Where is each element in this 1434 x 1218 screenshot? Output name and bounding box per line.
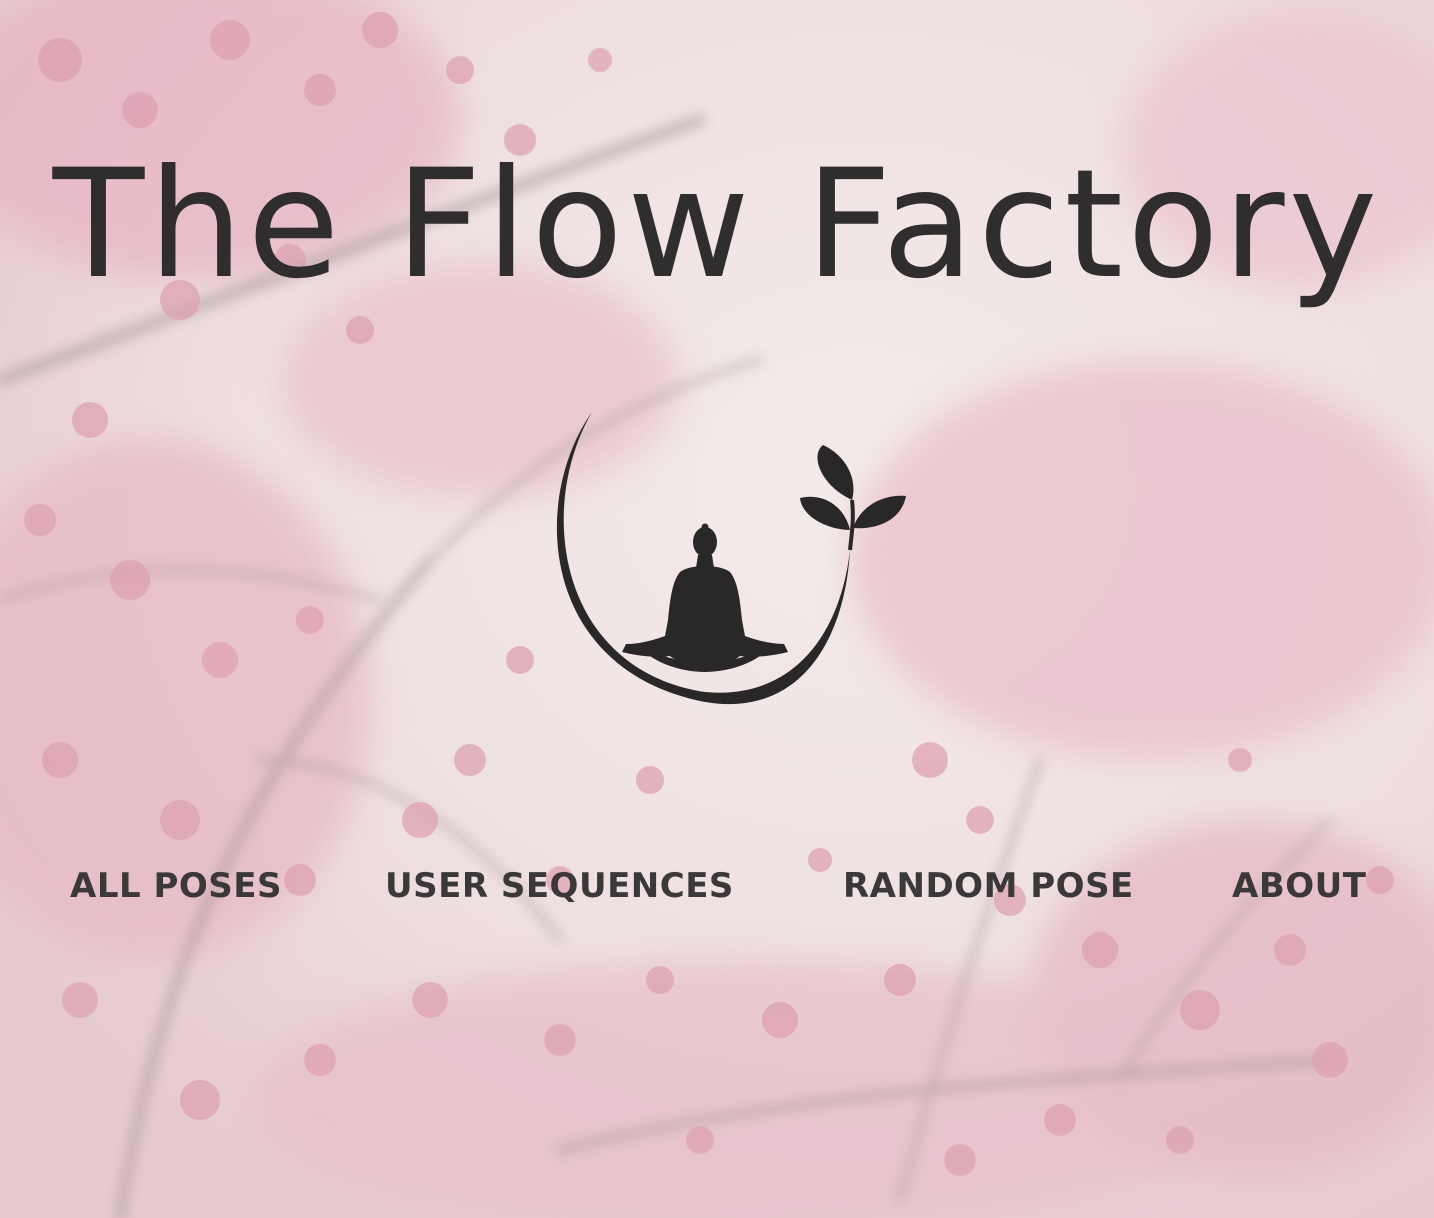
nav-link-all-poses[interactable]: ALL POSES xyxy=(70,866,282,906)
meditating-figure-moon-leaves-icon xyxy=(540,400,920,720)
page-title: The Flow Factory xyxy=(52,138,1382,312)
nav-link-random-pose[interactable]: RANDOM POSE xyxy=(843,866,1134,906)
hero-section: The Flow Factory ALL POSES USER SEQUENCE… xyxy=(0,0,1434,1218)
nav-link-user-sequences[interactable]: USER SEQUENCES xyxy=(385,866,734,906)
main-nav: ALL POSES USER SEQUENCES RANDOM POSE ABO… xyxy=(0,866,1434,916)
nav-link-about[interactable]: ABOUT xyxy=(1232,866,1366,906)
